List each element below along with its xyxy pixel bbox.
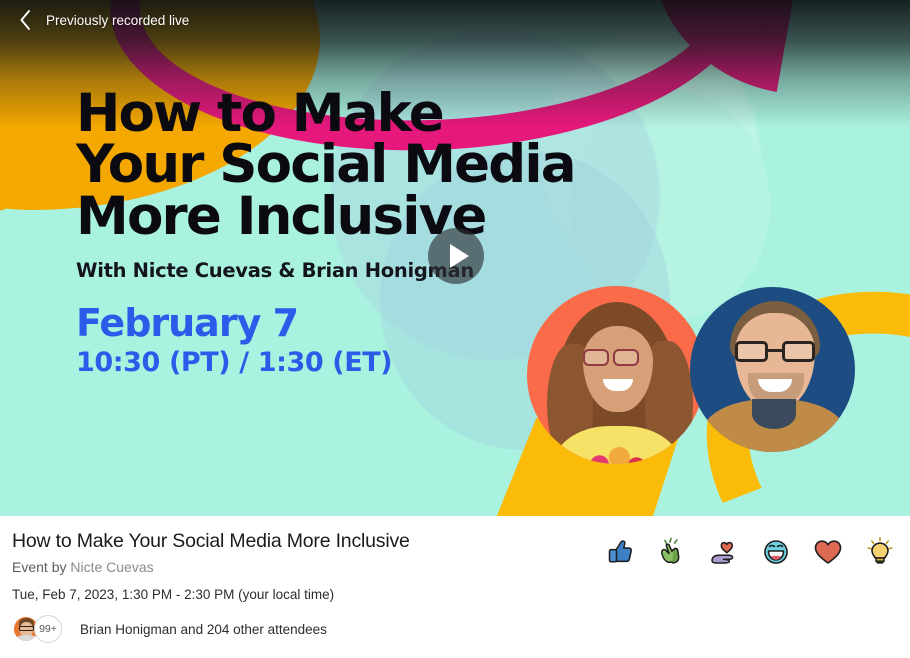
- speaker-photo-nicte-cuevas: [527, 286, 705, 464]
- event-organizer-link[interactable]: Nicte Cuevas: [70, 559, 153, 575]
- top-bar: Previously recorded live: [0, 0, 910, 40]
- attendees-row[interactable]: 99+ Brian Honigman and 204 other attende…: [12, 615, 898, 644]
- poster-time: 10:30 (PT) / 1:30 (ET): [76, 347, 393, 379]
- like-reaction[interactable]: [604, 536, 636, 568]
- funny-reaction[interactable]: [760, 536, 792, 568]
- event-datetime: Tue, Feb 7, 2023, 1:30 PM - 2:30 PM (you…: [12, 587, 335, 603]
- poster-title: How to Make Your Social Media More Inclu…: [76, 83, 577, 247]
- back-button[interactable]: [10, 5, 40, 35]
- event-by-prefix: Event by: [12, 559, 71, 576]
- portrait-glasses-right: [782, 341, 815, 362]
- avatar-body: [15, 635, 38, 642]
- portrait-glasses: [734, 341, 816, 363]
- speaker-photo-brian-honigman: [690, 287, 855, 452]
- portrait-floral-pattern: [585, 444, 651, 464]
- reactions-bar: [604, 536, 896, 568]
- insightful-reaction[interactable]: [864, 536, 896, 568]
- laugh-icon: [764, 540, 788, 564]
- chevron-left-icon: [20, 10, 30, 30]
- poster-date: February 7: [76, 301, 299, 346]
- clap-icon: [661, 537, 680, 564]
- portrait-collar: [752, 399, 796, 429]
- video-player[interactable]: How to Make Your Social Media More Inclu…: [0, 0, 910, 516]
- event-video-page: How to Make Your Social Media More Inclu…: [0, 0, 910, 658]
- poster-presenters: With Nicte Cuevas & Brian Honigman: [76, 259, 474, 283]
- attendee-count-badge: 99+: [34, 615, 62, 644]
- portrait-glasses-right: [613, 349, 639, 366]
- love-reaction[interactable]: [812, 536, 844, 568]
- heart-icon: [814, 540, 842, 564]
- support-reaction[interactable]: [708, 536, 740, 568]
- lightbulb-icon: [867, 537, 893, 564]
- attendee-avatars[interactable]: 99+: [12, 615, 74, 644]
- header-label: Previously recorded live: [46, 12, 190, 28]
- play-icon: [449, 244, 469, 268]
- poster-text-block: How to Make Your Social Media More Inclu…: [76, 83, 577, 379]
- avatar-glasses: [19, 626, 34, 632]
- portrait-glasses-left: [735, 341, 768, 362]
- attendees-label: Brian Honigman and 204 other attendees: [80, 621, 327, 637]
- heart-hands-icon: [711, 541, 734, 564]
- thumbs-up-icon: [608, 540, 633, 563]
- play-button[interactable]: [428, 228, 484, 284]
- celebrate-reaction[interactable]: [656, 536, 688, 568]
- portrait-glasses-left: [583, 349, 609, 366]
- event-details-panel: How to Make Your Social Media More Inclu…: [0, 516, 910, 658]
- portrait-glasses-bridge: [768, 349, 782, 352]
